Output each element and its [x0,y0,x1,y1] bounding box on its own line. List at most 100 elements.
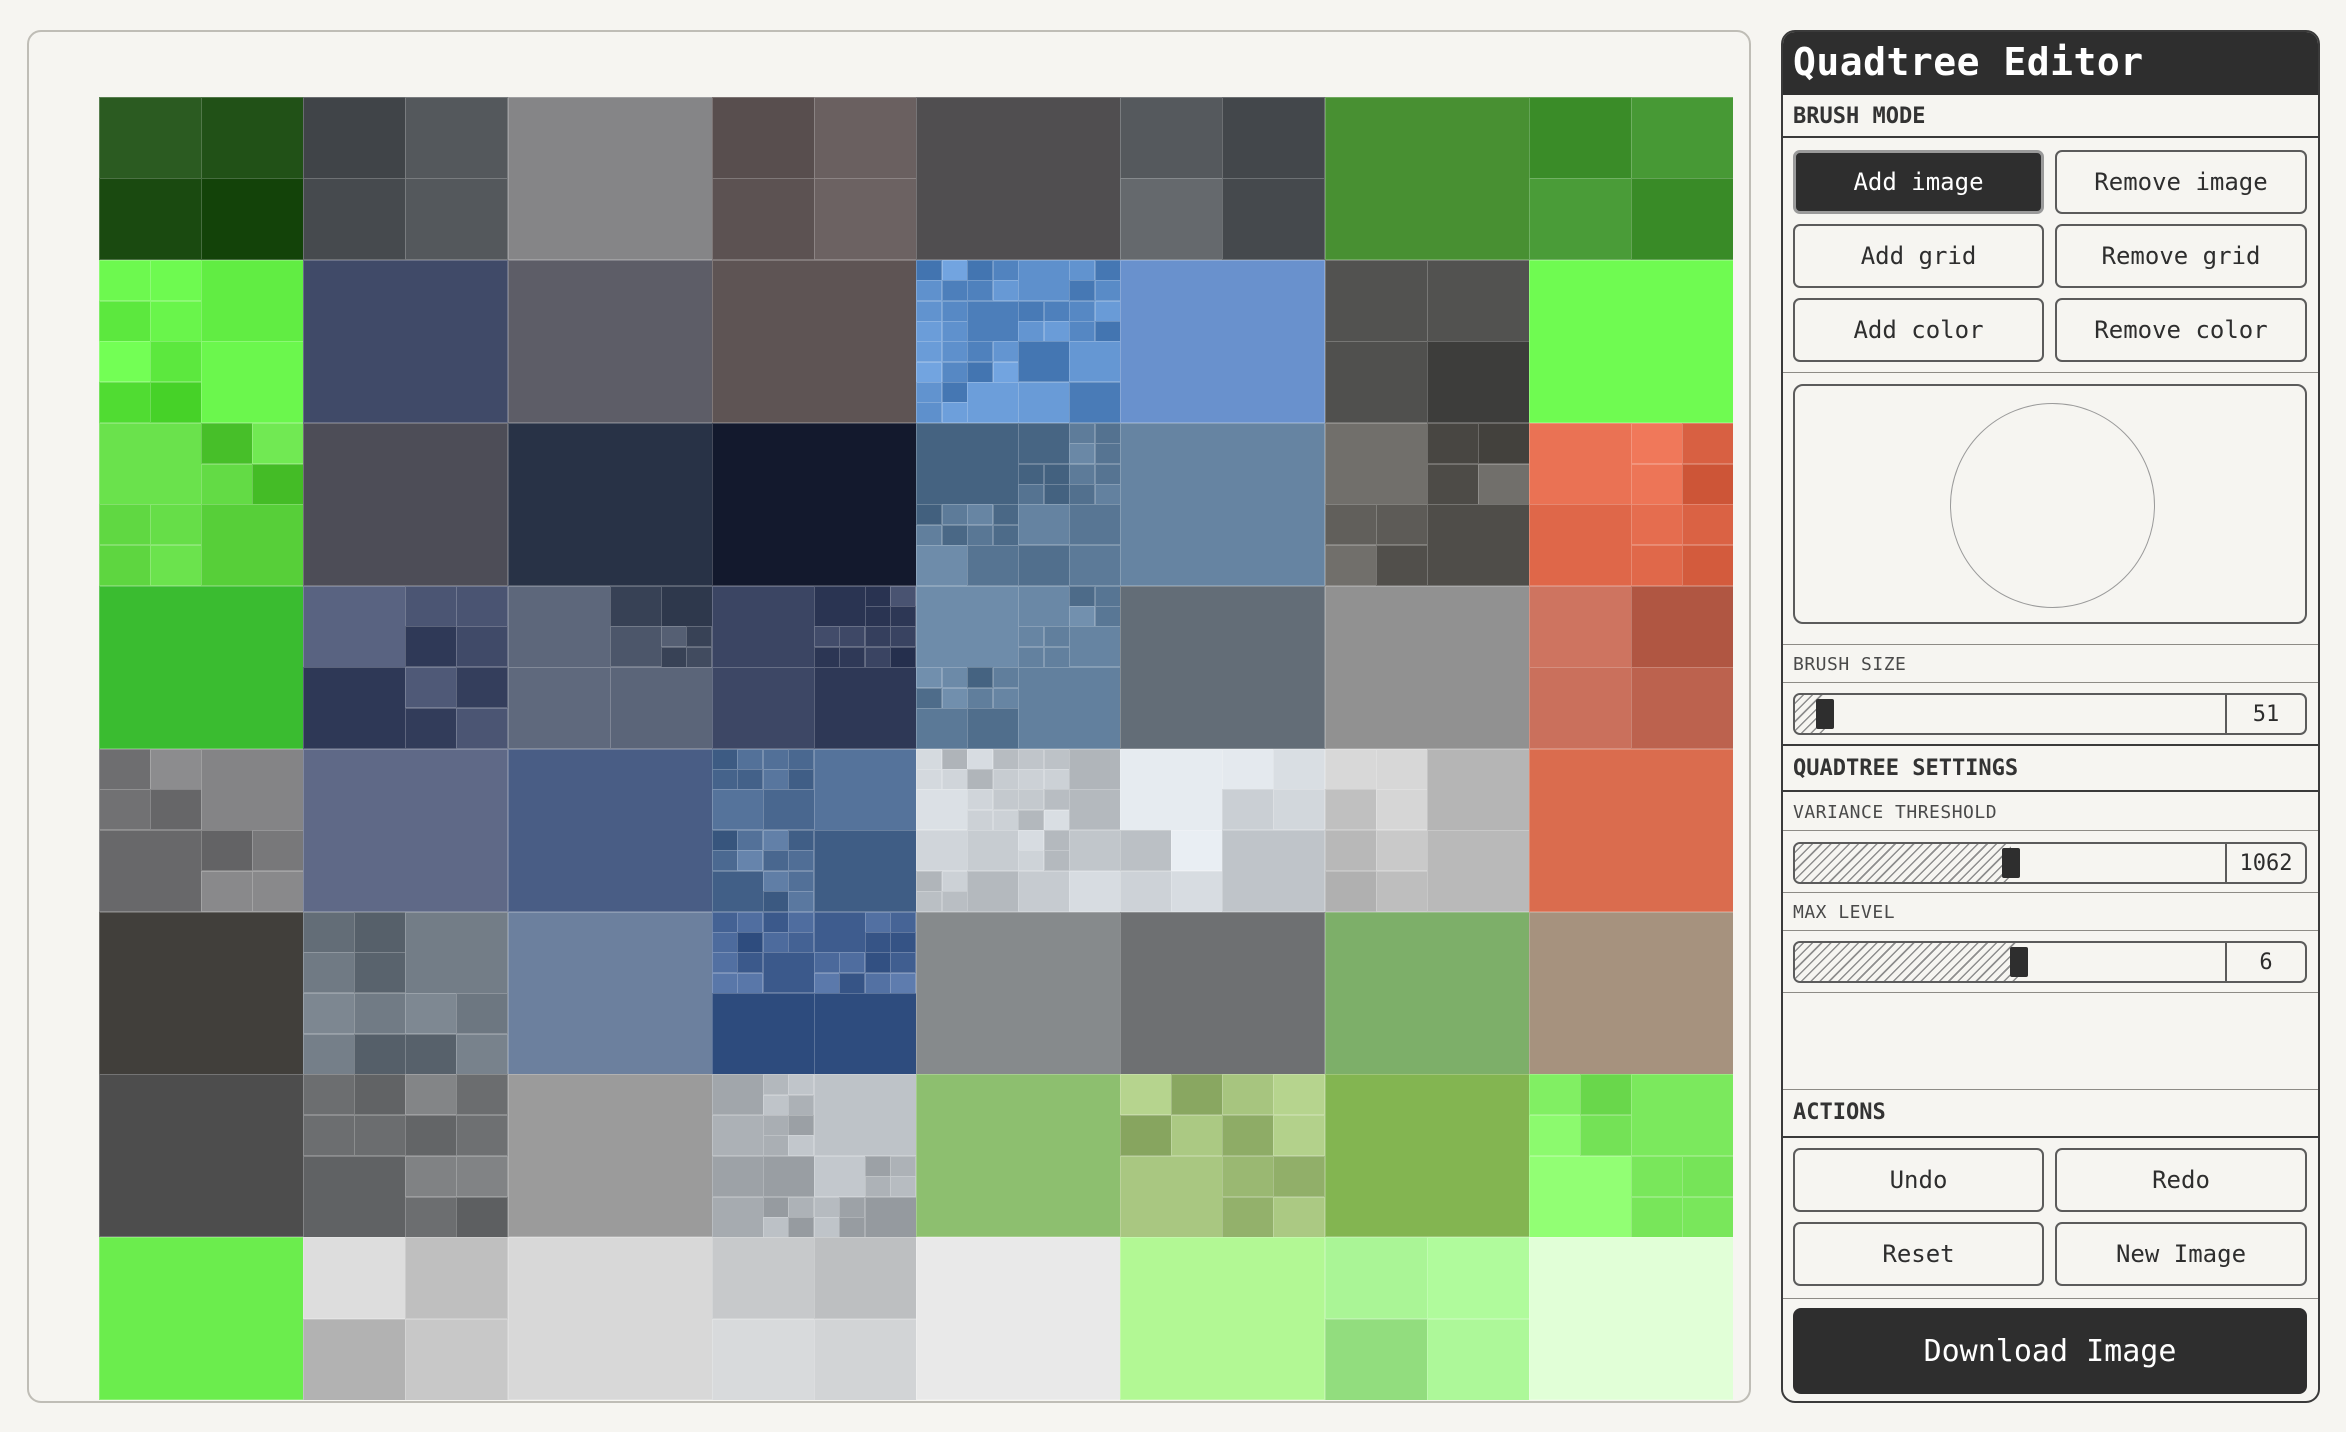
variance-threshold-value[interactable]: 1062 [2225,844,2305,882]
quadtree-cell [150,382,202,423]
quadtree-cell [508,97,713,260]
new-image-button[interactable]: New Image [2055,1222,2307,1286]
quadtree-cell [99,912,304,1075]
quadtree-cell [865,932,891,953]
quadtree-cell [303,667,406,749]
quadtree-cell [1069,464,1095,485]
quadtree-cell [865,1176,891,1197]
quadtree-cell [814,952,840,973]
remove-color-button[interactable]: Remove color [2055,298,2307,362]
quadtree-canvas[interactable] [99,97,1733,1400]
quadtree-cell [99,749,151,790]
quadtree-cell [967,504,993,525]
quadtree-cell [1631,667,1733,749]
slider-thumb[interactable] [2002,848,2020,878]
remove-grid-button[interactable]: Remove grid [2055,224,2307,288]
quadtree-cell [1120,1237,1325,1400]
quadtree-cell [1325,1237,1428,1319]
divider [1783,644,2318,645]
quadtree-cell [942,382,968,403]
quadtree-cell [405,1156,457,1197]
quadtree-cell [1529,504,1632,586]
divider [1783,744,2318,746]
quadtree-cell [1427,423,1479,464]
quadtree-cell [916,301,942,322]
quadtree-cell [1069,830,1121,871]
add-color-button[interactable]: Add color [1793,298,2044,362]
brush-size-value[interactable]: 51 [2225,695,2305,733]
quadtree-cell [456,708,508,749]
divider [1783,1136,2318,1138]
add-image-button[interactable]: Add image [1793,150,2044,214]
quadtree-cell [967,830,1019,871]
quadtree-cell [737,952,763,973]
quadtree-cell [865,912,891,933]
quadtree-cell [1018,484,1044,505]
quadtree-cell [865,1197,917,1238]
redo-button[interactable]: Redo [2055,1148,2307,1212]
download-image-button[interactable]: Download Image [1793,1308,2307,1394]
quadtree-cell [865,973,891,994]
quadtree-cell [712,789,764,830]
quadtree-cell [967,810,993,831]
editor-panel: Quadtree Editor BRUSH MODE Add image Rem… [1781,30,2320,1403]
add-grid-button[interactable]: Add grid [1793,224,2044,288]
quadtree-cell [1095,484,1121,505]
quadtree-cell [1529,1156,1632,1238]
quadtree-cell [1427,260,1530,342]
quadtree-cell [1069,382,1121,423]
quadtree-cell [1018,850,1044,871]
quadtree-cell [865,647,891,668]
quadtree-cell [967,769,993,790]
quadtree-cell [150,749,202,790]
quadtree-cell [1069,871,1121,912]
quadtree-cell [814,1197,840,1218]
quadtree-cell [1018,830,1044,851]
quadtree-cell [1529,423,1632,505]
slider-thumb[interactable] [2010,947,2028,977]
quadtree-cell [916,97,1121,260]
quadtree-cell [712,912,738,933]
quadtree-cell [1069,606,1095,627]
quadtree-cell [763,871,789,892]
quadtree-cell [993,504,1019,525]
quadtree-cell [303,178,406,260]
remove-image-button[interactable]: Remove image [2055,150,2307,214]
max-level-slider[interactable]: 6 [1793,941,2307,983]
quadtree-cell [916,830,968,871]
quadtree-cell [405,1074,457,1115]
quadtree-cell [1095,280,1121,301]
divider [1783,930,2318,931]
quadtree-cell [1529,912,1733,1075]
brush-size-slider[interactable]: 51 [1793,693,2307,735]
quadtree-cell [686,626,712,647]
quadtree-cell [942,667,968,688]
reset-button[interactable]: Reset [1793,1222,2044,1286]
quadtree-cell [814,178,917,260]
quadtree-cell [1120,178,1223,260]
max-level-value[interactable]: 6 [2225,943,2305,981]
quadtree-cell [890,1176,916,1197]
quadtree-cell [814,647,840,668]
quadtree-cell [1069,484,1095,505]
quadtree-cell [99,341,151,382]
quadtree-cell [99,423,202,505]
quadtree-cell [814,830,917,912]
variance-threshold-slider[interactable]: 1062 [1793,842,2307,884]
quadtree-cell [916,769,942,790]
quadtree-cell [405,912,508,994]
quadtree-cell [1044,301,1070,322]
quadtree-cell [1529,1237,1733,1400]
quadtree-cell [737,973,763,994]
quadtree-cell [1631,586,1733,668]
quadtree-cell [839,973,865,994]
quadtree-cell [788,850,814,871]
quadtree-cell [916,423,1019,505]
quadtree-cell [1018,260,1070,301]
divider [1783,790,2318,792]
quadtree-cell [508,1237,713,1400]
undo-button[interactable]: Undo [1793,1148,2044,1212]
quadtree-cell [456,1115,508,1156]
slider-thumb[interactable] [1816,699,1834,729]
quadtree-cell [1044,789,1070,810]
